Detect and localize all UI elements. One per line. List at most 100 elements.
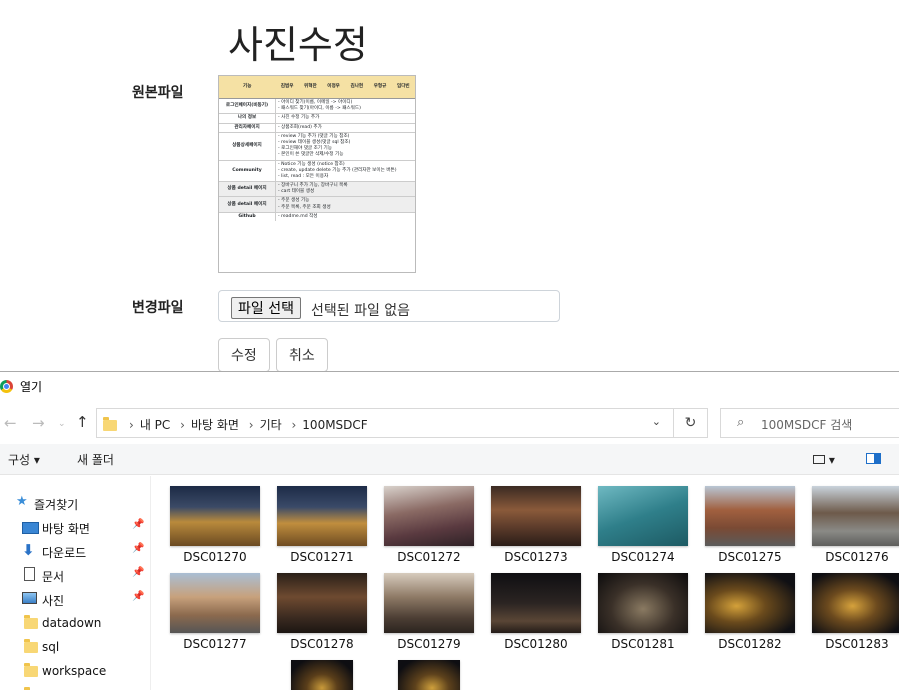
- preview-section: 로그인페이지(비동기): [219, 97, 276, 114]
- sidebar-item-datadown[interactable]: datadown: [0, 612, 150, 634]
- sidebar-item-favorites[interactable]: ★ 즐겨찾기: [0, 492, 150, 514]
- pin-icon: 📌: [132, 591, 145, 602]
- preview-row: 관리자페이지 - 상품조회(read) 추가: [219, 122, 415, 133]
- search-input[interactable]: ⌕ 100MSDCF 검색: [720, 408, 899, 438]
- submit-button[interactable]: 수정: [218, 338, 270, 372]
- preview-item: - cart 테이블 생성: [278, 189, 315, 195]
- preview-row: 상품 detail 페이지 - 장바구니 추가 기능, 장바구니 목록 - car…: [219, 181, 415, 197]
- star-icon: ★: [16, 494, 28, 509]
- new-folder-button[interactable]: 새 폴더: [77, 451, 114, 468]
- thumbnail-image[interactable]: [170, 486, 260, 546]
- sidebar-item-label: 즐겨찾기: [34, 498, 79, 512]
- preview-section: 상품상세페이지: [219, 131, 276, 160]
- file-name[interactable]: DSC01275: [695, 550, 805, 564]
- thumbnail-image[interactable]: [277, 573, 367, 633]
- preview-section: 관리자페이지: [219, 122, 276, 133]
- thumbnail-image[interactable]: [384, 486, 474, 546]
- chevron-down-icon[interactable]: ⌄: [652, 415, 661, 428]
- preview-item: - list, read : 모든 이용자: [278, 173, 329, 179]
- preview-row: Github - readme.md 작성: [219, 211, 415, 221]
- address-bar[interactable]: › 내 PC › 바탕 화면 › 기타 › 100MSDCF ⌄: [96, 408, 674, 438]
- preview-item: - create, update delete 기능 추가 (관리자만 보이는 …: [278, 167, 397, 173]
- view-options-icon[interactable]: ▾: [813, 453, 835, 467]
- sidebar-item-pictures[interactable]: 사진 📌: [0, 588, 150, 610]
- sidebar-item-label: 바탕 화면: [42, 522, 90, 536]
- organize-button[interactable]: 구성 ▾: [8, 451, 40, 468]
- preview-header: 임다빈: [391, 76, 415, 99]
- file-name[interactable]: DSC01279: [374, 637, 484, 651]
- file-name[interactable]: DSC01271: [267, 550, 377, 564]
- folder-icon: [24, 639, 38, 653]
- navigation-bar: ← → ⌄ ↑ › 내 PC › 바탕 화면 › 기타 › 100MSDCF ⌄ ↻ ⌕…: [0, 408, 899, 440]
- preview-header: 우형규: [368, 76, 392, 99]
- preview-section: 나의 정보: [219, 113, 276, 124]
- cancel-button[interactable]: 취소: [276, 338, 328, 372]
- folder-icon: [103, 417, 117, 431]
- preview-header: 김범우: [275, 76, 299, 99]
- thumbnail-image[interactable]: [705, 486, 795, 546]
- thumbnail-image[interactable]: [170, 573, 260, 633]
- file-name[interactable]: DSC01270: [160, 550, 270, 564]
- desktop-icon: [22, 522, 39, 534]
- dialog-toolbar: 구성 ▾ 새 폴더 ▾: [0, 444, 899, 475]
- back-arrow-icon[interactable]: ←: [4, 414, 17, 432]
- thumbnail-image[interactable]: [812, 486, 899, 546]
- search-icon: ⌕: [737, 415, 745, 430]
- file-name[interactable]: DSC01274: [588, 550, 698, 564]
- breadcrumb-item[interactable]: 100MSDCF: [302, 418, 367, 432]
- thumbnail-image[interactable]: [705, 573, 795, 633]
- thumbnail-image[interactable]: [384, 573, 474, 633]
- sidebar-item-label: 문서: [42, 570, 65, 584]
- preview-section: 상품 detail 페이지: [219, 181, 276, 197]
- file-name[interactable]: DSC01278: [267, 637, 377, 651]
- document-icon: [24, 567, 35, 581]
- changed-file-label: 변경파일: [132, 300, 184, 316]
- thumbnail-image[interactable]: [812, 573, 899, 633]
- forward-arrow-icon[interactable]: →: [32, 414, 45, 432]
- preview-item: - readme.md 작성: [278, 213, 318, 219]
- preview-pane-icon[interactable]: [866, 453, 881, 467]
- navigation-pane: ★ 즐겨찾기 바탕 화면 📌 ⬇ 다운로드 📌 문서 📌 사진 📌 datado…: [0, 476, 151, 690]
- refresh-button[interactable]: ↻: [674, 408, 708, 438]
- up-arrow-icon[interactable]: ↑: [76, 413, 89, 431]
- sidebar-item-downloads[interactable]: ⬇ 다운로드 📌: [0, 540, 150, 562]
- file-input[interactable]: 파일 선택 선택된 파일 없음: [218, 290, 560, 322]
- file-name[interactable]: DSC01273: [481, 550, 591, 564]
- preview-section: Github: [219, 211, 276, 221]
- thumbnail-image[interactable]: [291, 660, 353, 690]
- file-name[interactable]: DSC01280: [481, 637, 591, 651]
- refresh-icon: ↻: [684, 415, 697, 431]
- breadcrumb-item[interactable]: 내 PC: [140, 418, 170, 432]
- thumbnail-image[interactable]: [598, 573, 688, 633]
- thumbnail-image[interactable]: [491, 486, 581, 546]
- thumbnail-image[interactable]: [491, 573, 581, 633]
- preview-item: - 주문 목록, 주문 조회 생성: [278, 204, 331, 210]
- sidebar-item-documents[interactable]: 문서 📌: [0, 564, 150, 586]
- original-file-label: 원본파일: [132, 85, 184, 101]
- folder-icon: [24, 663, 38, 677]
- preview-item: - 패스워드 찾기(아이디, 이름 -> 패스워드): [278, 106, 361, 112]
- recent-locations-chevron-icon[interactable]: ⌄: [58, 419, 66, 429]
- breadcrumb-item[interactable]: 바탕 화면: [191, 418, 239, 432]
- thumbnail-image[interactable]: [277, 486, 367, 546]
- download-icon: ⬇: [22, 541, 35, 559]
- thumbnail-image[interactable]: [598, 486, 688, 546]
- file-name[interactable]: DSC01281: [588, 637, 698, 651]
- file-name[interactable]: DSC01276: [802, 550, 899, 564]
- file-name[interactable]: DSC01282: [695, 637, 805, 651]
- sidebar-item-label: datadown: [42, 616, 102, 630]
- file-name[interactable]: DSC01283: [802, 637, 899, 651]
- sidebar-item-sql[interactable]: sql: [0, 636, 150, 658]
- sidebar-item-desktop[interactable]: 바탕 화면 📌: [0, 516, 150, 538]
- preview-row: Community - Notice 기능 생성 (notice 참조) - cr…: [219, 159, 415, 182]
- thumbnail-image[interactable]: [398, 660, 460, 690]
- dialog-title: 열기: [20, 380, 43, 394]
- file-name[interactable]: DSC01272: [374, 550, 484, 564]
- choose-file-button[interactable]: 파일 선택: [231, 297, 301, 319]
- preview-header: 기능: [219, 76, 276, 99]
- file-name[interactable]: DSC01277: [160, 637, 270, 651]
- sidebar-item-partial[interactable]: [0, 684, 150, 690]
- breadcrumb-item[interactable]: 기타: [260, 418, 282, 432]
- sidebar-item-workspace[interactable]: workspace: [0, 660, 150, 682]
- search-placeholder: 100MSDCF 검색: [761, 418, 853, 432]
